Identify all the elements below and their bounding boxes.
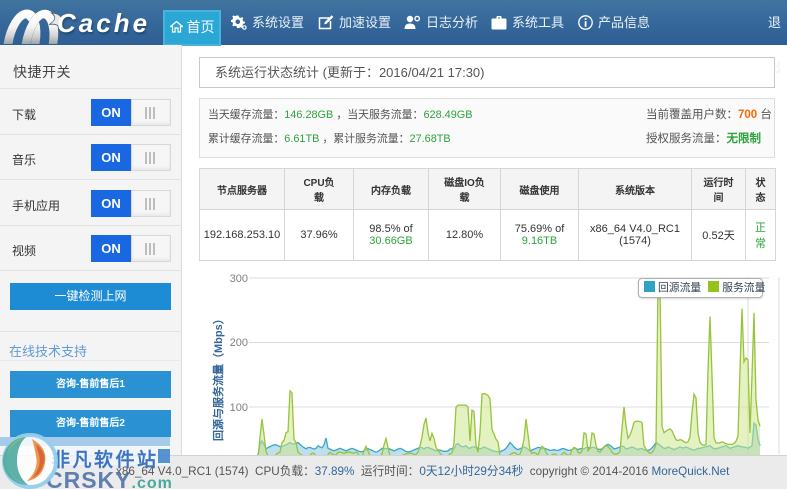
svg-text:300: 300 (230, 273, 248, 285)
